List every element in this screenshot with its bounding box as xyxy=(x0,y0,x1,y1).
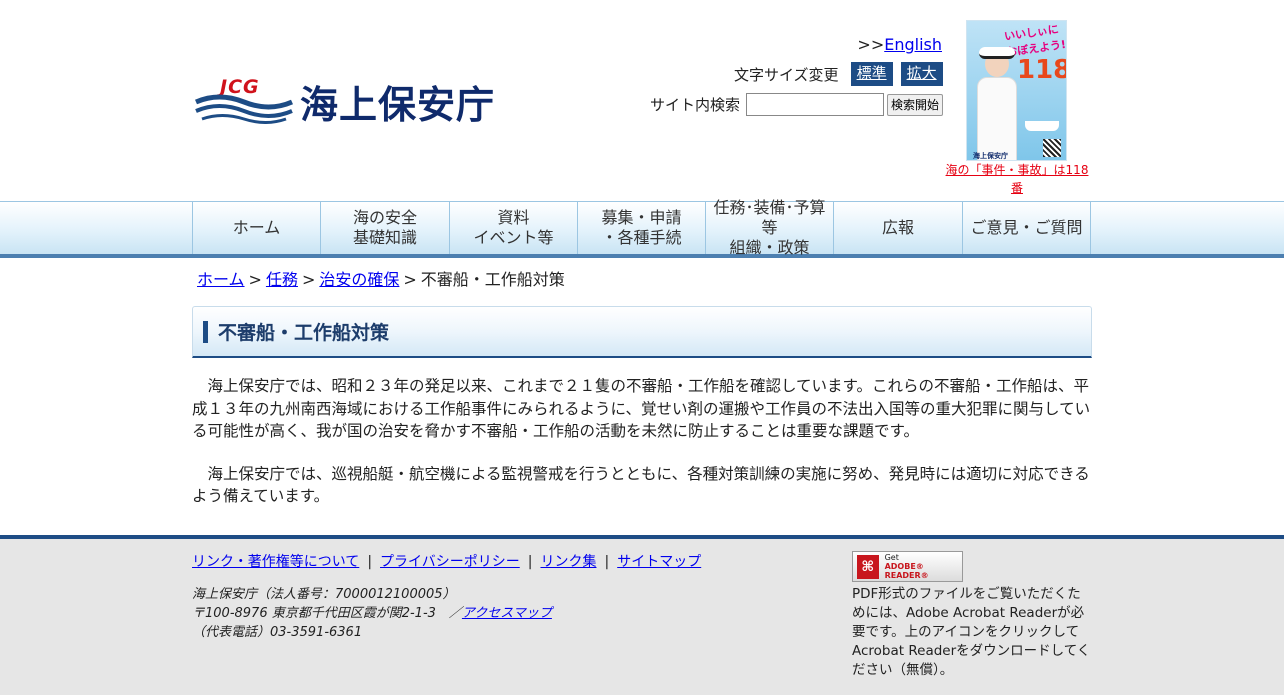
breadcrumb: ホーム > 任務 > 治安の確保 > 不審船・工作船対策 xyxy=(197,266,565,290)
site-logo[interactable]: JCG 海上保安庁 xyxy=(192,76,512,127)
nav-item-label: ご意見・ご質問 xyxy=(970,218,1082,238)
adobe-reader-label: ADOBE® READER® xyxy=(884,562,929,580)
qr-code-icon xyxy=(1043,139,1061,157)
nav-item-label: ホーム xyxy=(233,218,281,238)
page-title: 不審船・工作船対策 xyxy=(218,322,390,344)
english-prefix: >> xyxy=(857,35,885,54)
main-content: 海上保安庁では、昭和２３年の発足以来、これまで２１隻の不審船・工作船を確認してい… xyxy=(192,375,1092,528)
nav-item-label: 広報 xyxy=(882,218,914,238)
breadcrumb-mission[interactable]: 任務 xyxy=(266,270,298,289)
adobe-pdf-icon: ⌘ xyxy=(857,554,879,579)
english-link-row: >>English xyxy=(857,35,942,54)
nav-item-line1: 任務･装備･予算等 xyxy=(713,198,826,237)
nav-item-label: 任務･装備･予算等 組織・政策 xyxy=(706,198,833,258)
adobe-button-text: Get ADOBE® READER® xyxy=(885,553,962,580)
officer-illustration xyxy=(973,47,1019,160)
font-size-standard-button[interactable]: 標準 xyxy=(850,62,893,86)
site-search: サイト内検索 検索開始 xyxy=(650,93,944,116)
org-line: 海上保安庁（法人番号：7000012100005） xyxy=(192,587,456,602)
get-adobe-reader-button[interactable]: ⌘ Get ADOBE® READER® xyxy=(852,551,963,582)
address-line: 〒100-8976 東京都千代田区霞が関2-1-3 ／アクセスマップ xyxy=(192,604,552,623)
footer: リンク・著作権等について | プライバシーポリシー | リンク集 | サイトマップ 海上保安… xyxy=(0,535,1284,695)
title-accent-bar xyxy=(203,320,208,343)
global-nav: ホーム 海の安全 基礎知識 資料 イベント等 募集・申請 ・各種手続 任務･装備･予算等 組織・… xyxy=(0,198,1284,258)
nav-item-line2: ・各種手続 xyxy=(601,228,682,247)
footer-link-privacy[interactable]: プライバシーポリシー xyxy=(380,554,520,570)
nav-item-line1: ご意見・ご質問 xyxy=(970,218,1083,237)
footer-links: リンク・著作権等について | プライバシーポリシー | リンク集 | サイトマップ xyxy=(192,551,701,571)
118-banner[interactable]: いいしぃにおぼえよう! 118 海上保安庁 xyxy=(966,20,1067,161)
nav-item-line1: 広報 xyxy=(881,218,914,237)
nav-item-inquiry[interactable]: ご意見・ご質問 xyxy=(963,202,1091,254)
breadcrumb-sep: > xyxy=(403,270,417,289)
address-text: 〒100-8976 東京都千代田区霞が関2-1-3 ／ xyxy=(192,606,462,621)
pdf-note: PDF形式のファイルをご覧いただくためには、Adobe Acrobat Read… xyxy=(852,586,1091,678)
nav-item-sea-safety[interactable]: 海の安全 基礎知識 xyxy=(321,202,450,254)
nav-item-label: 資料 イベント等 xyxy=(473,208,553,248)
breadcrumb-security[interactable]: 治安の確保 xyxy=(319,270,399,289)
phone-line: （代表電話）03-3591-6361 xyxy=(192,625,363,640)
nav-item-line2: 基礎知識 xyxy=(352,228,417,247)
search-label: サイト内検索 xyxy=(650,96,741,114)
nav-item-line1: 募集・申請 xyxy=(601,208,682,227)
logo-name: 海上保安庁 xyxy=(300,82,496,127)
banner-logo: 海上保安庁 xyxy=(973,152,1008,160)
nav-item-line1: 資料 xyxy=(497,208,530,227)
footer-pipe: | xyxy=(367,554,373,570)
content-paragraph-2: 海上保安庁では、巡視船艇・航空機による監視警戒を行うとともに、各種対策訓練の実施… xyxy=(192,464,1090,506)
nav-item-home[interactable]: ホーム xyxy=(193,202,321,254)
footer-link-links[interactable]: リンク集 xyxy=(540,554,596,570)
footer-pipe: | xyxy=(527,554,533,570)
font-size-label: 文字サイズ変更 xyxy=(734,65,839,84)
content-paragraph-1: 海上保安庁では、昭和２３年の発足以来、これまで２１隻の不審船・工作船を確認してい… xyxy=(192,377,1091,440)
nav-item-line1: 海の安全 xyxy=(352,208,417,227)
breadcrumb-sep: > xyxy=(248,270,262,289)
breadcrumb-sep: > xyxy=(301,270,316,289)
global-nav-items: ホーム 海の安全 基礎知識 資料 イベント等 募集・申請 ・各種手続 任務･装備･予算等 組織・… xyxy=(192,198,1091,257)
page-title-box: 不審船・工作船対策 xyxy=(192,306,1092,358)
nav-item-recruitment[interactable]: 募集・申請 ・各種手続 xyxy=(578,202,706,254)
footer-address: 海上保安庁（法人番号：7000012100005） 〒100-8976 東京都千… xyxy=(192,585,552,642)
footer-link-copyright[interactable]: リンク・著作権等について xyxy=(192,554,359,570)
search-input[interactable] xyxy=(746,93,885,116)
nav-item-line2: 組織・政策 xyxy=(729,238,810,257)
font-size-large-button[interactable]: 拡大 xyxy=(900,62,943,86)
waves-icon xyxy=(195,94,293,124)
breadcrumb-home[interactable]: ホーム xyxy=(197,270,245,289)
nav-item-materials[interactable]: 資料 イベント等 xyxy=(450,202,578,254)
search-button[interactable]: 検索開始 xyxy=(887,93,944,116)
banner-number: 118 xyxy=(1017,55,1067,85)
ship-icon xyxy=(1025,121,1059,131)
footer-pipe: | xyxy=(604,554,610,570)
nav-item-label: 海の安全 基礎知識 xyxy=(353,208,417,248)
adobe-get: Get xyxy=(884,553,899,562)
nav-item-mission[interactable]: 任務･装備･予算等 組織・政策 xyxy=(706,198,834,257)
font-size-switcher: 文字サイズ変更 標準 拡大 xyxy=(734,62,951,86)
nav-item-pr[interactable]: 広報 xyxy=(834,202,963,254)
nav-item-line2: イベント等 xyxy=(473,228,554,247)
nav-item-label: 募集・申請 ・各種手続 xyxy=(601,208,681,248)
breadcrumb-current: 不審船・工作船対策 xyxy=(420,270,565,289)
banner-caption-link[interactable]: 海の「事件・事故」は118番 xyxy=(944,161,1090,197)
jcg-emblem: JCG xyxy=(192,76,296,126)
english-link[interactable]: English xyxy=(884,35,942,54)
nav-item-line1: ホーム xyxy=(232,218,281,237)
footer-link-sitemap[interactable]: サイトマップ xyxy=(617,554,701,570)
access-map-link[interactable]: アクセスマップ xyxy=(462,606,552,621)
